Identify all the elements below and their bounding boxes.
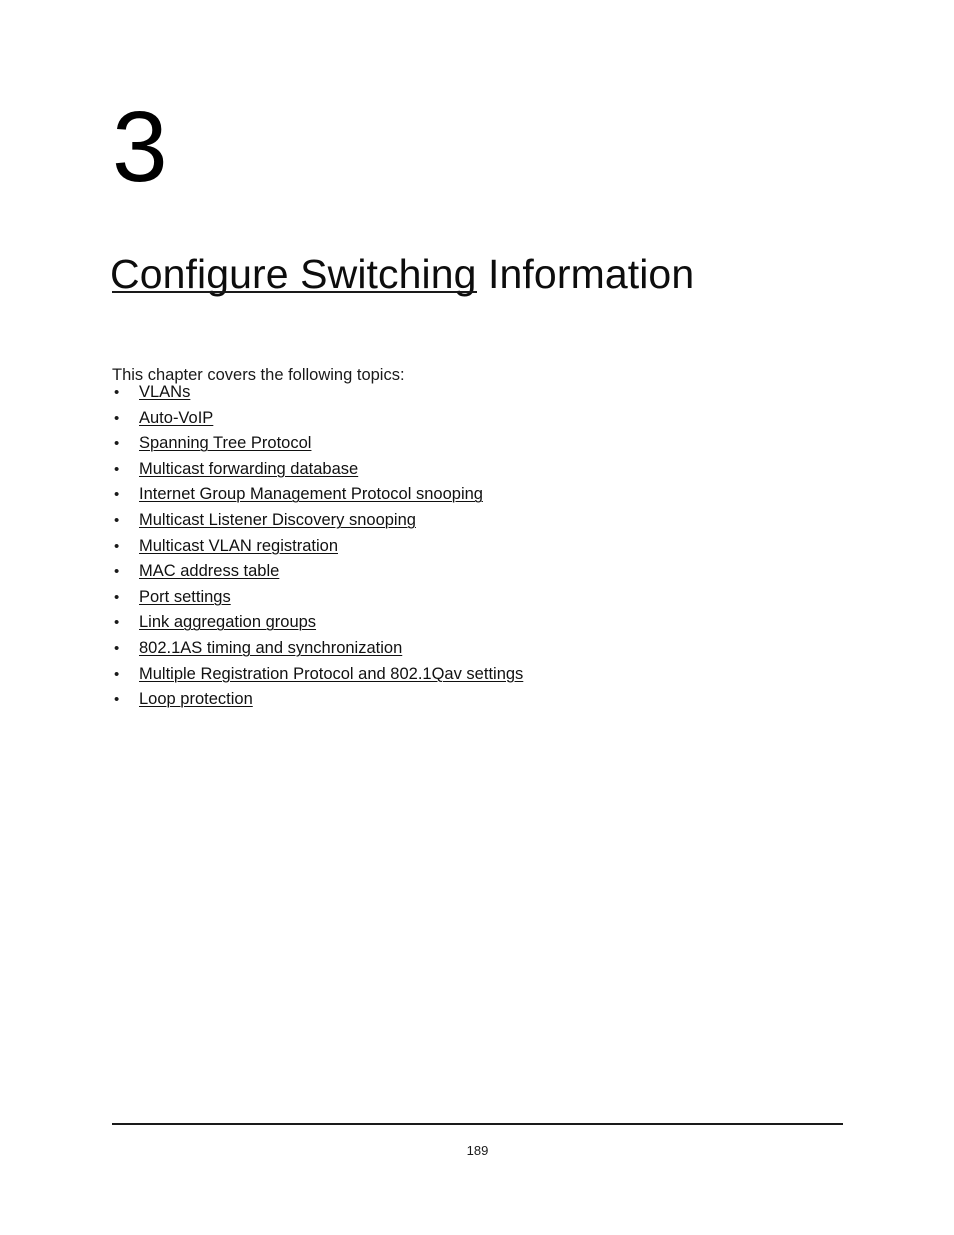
topic-link-igmp-snooping[interactable]: Internet Group Management Protocol snoop…: [139, 485, 483, 503]
list-item: • Auto-VoIP: [112, 406, 832, 432]
bullet-icon: •: [114, 563, 120, 581]
topic-link-auto-voip[interactable]: Auto-VoIP: [139, 409, 213, 427]
list-item: • MAC address table: [112, 559, 832, 585]
topic-link-link-aggregation-groups[interactable]: Link aggregation groups: [139, 613, 316, 631]
bullet-icon: •: [114, 691, 120, 709]
bullet-icon: •: [114, 537, 120, 555]
topics-list: • VLANs • Auto-VoIP • Spanning Tree Prot…: [112, 380, 832, 713]
chapter-number: 3: [112, 91, 168, 203]
bullet-icon: •: [114, 435, 120, 453]
list-item: • Loop protection: [112, 687, 832, 713]
topic-link-multiple-registration-protocol[interactable]: Multiple Registration Protocol and 802.1…: [139, 665, 523, 683]
list-item: • Internet Group Management Protocol sno…: [112, 482, 832, 508]
bullet-icon: •: [114, 614, 120, 632]
page-number: 189: [466, 1143, 489, 1158]
list-item: • Multicast VLAN registration: [112, 534, 832, 560]
topic-link-mld-snooping[interactable]: Multicast Listener Discovery snooping: [139, 511, 416, 529]
bullet-icon: •: [114, 409, 120, 427]
topic-link-multicast-forwarding-database[interactable]: Multicast forwarding database: [139, 460, 358, 478]
list-item: • Spanning Tree Protocol: [112, 431, 832, 457]
bullet-icon: •: [114, 384, 120, 401]
bullet-icon: •: [114, 639, 120, 657]
list-item: • VLANs: [112, 380, 832, 406]
footer-divider: [112, 1123, 843, 1125]
list-item: • 802.1AS timing and synchronization: [112, 636, 832, 662]
topic-link-port-settings[interactable]: Port settings: [139, 588, 231, 606]
list-item: • Link aggregation groups: [112, 610, 832, 636]
bullet-icon: •: [114, 460, 120, 478]
topic-link-vlans[interactable]: VLANs: [139, 383, 190, 401]
list-item: • Multiple Registration Protocol and 802…: [112, 662, 832, 688]
list-item: • Port settings: [112, 585, 832, 611]
topic-link-mac-address-table[interactable]: MAC address table: [139, 562, 279, 580]
topic-link-loop-protection[interactable]: Loop protection: [139, 690, 253, 708]
title-divider: [112, 291, 477, 293]
list-item: • Multicast forwarding database: [112, 457, 832, 483]
document-page: 3 Configure Switching Information This c…: [0, 0, 954, 1235]
list-item: • Multicast Listener Discovery snooping: [112, 508, 832, 534]
topic-link-8021as-timing-and-synchronization[interactable]: 802.1AS timing and synchronization: [139, 639, 402, 657]
bullet-icon: •: [114, 511, 120, 529]
bullet-icon: •: [114, 486, 120, 504]
topic-link-multicast-vlan-registration[interactable]: Multicast VLAN registration: [139, 537, 338, 555]
bullet-icon: •: [114, 665, 120, 683]
bullet-icon: •: [114, 588, 120, 606]
topic-link-spanning-tree-protocol[interactable]: Spanning Tree Protocol: [139, 434, 311, 452]
